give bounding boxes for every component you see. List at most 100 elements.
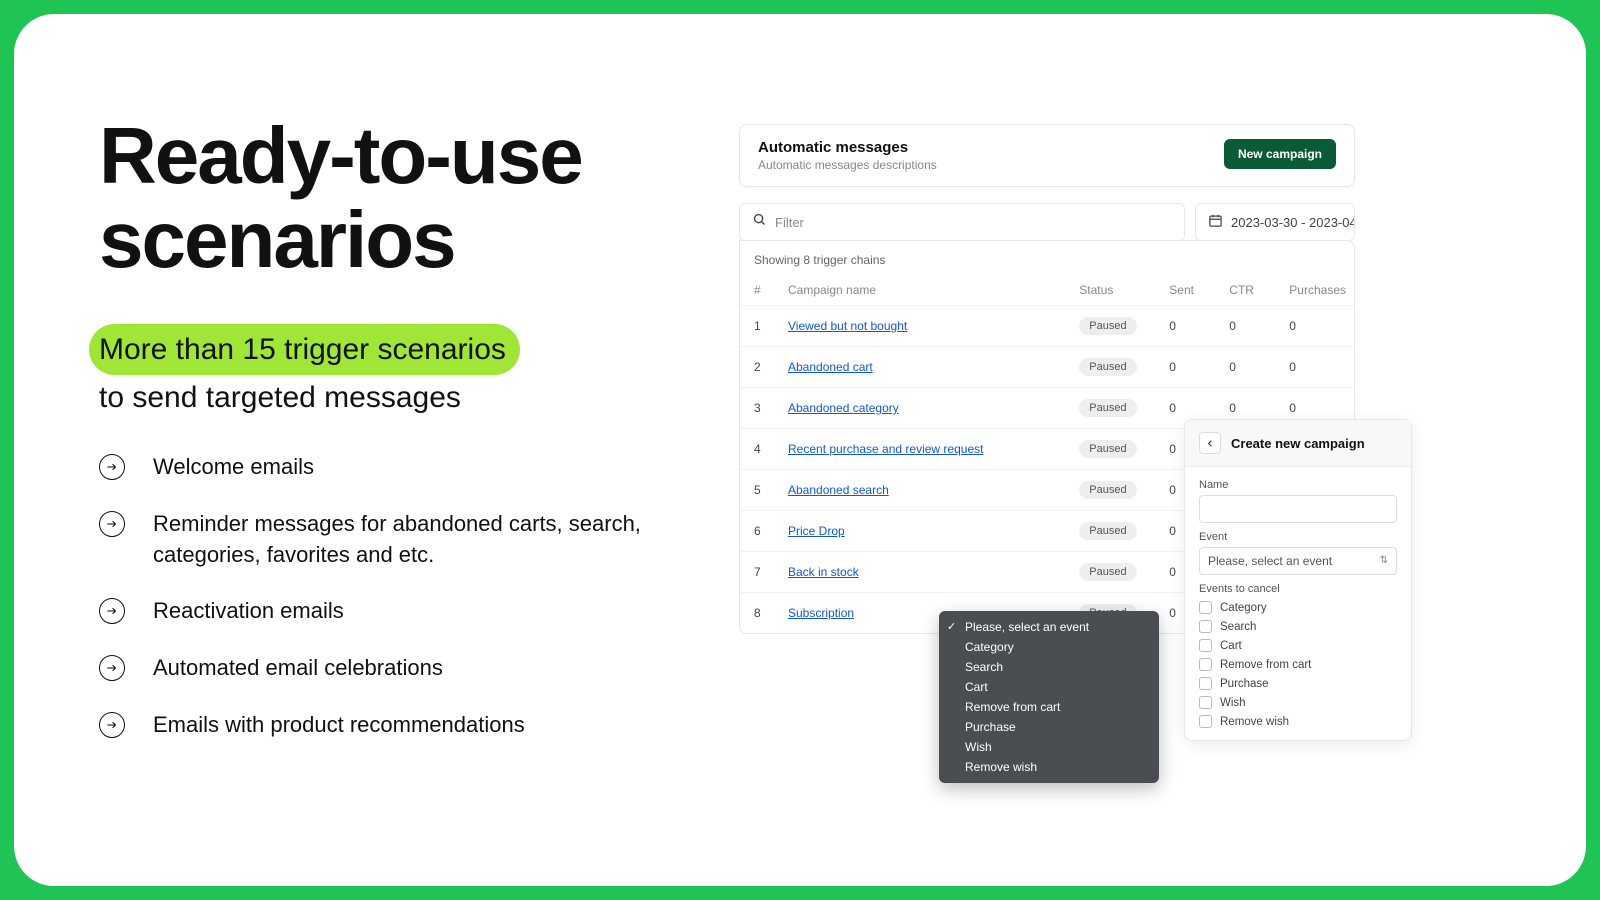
campaign-link[interactable]: Viewed but not bought — [788, 319, 907, 333]
cancel-option[interactable]: Category — [1199, 601, 1397, 614]
checkbox-icon[interactable] — [1199, 696, 1212, 709]
headline-line-2: scenarios — [99, 195, 455, 284]
table-row: 2Abandoned cartPaused000 — [740, 347, 1354, 388]
cancel-option-label: Remove wish — [1220, 716, 1289, 728]
checkbox-icon[interactable] — [1199, 620, 1212, 633]
dropdown-option[interactable]: Please, select an event — [939, 617, 1159, 637]
page-subheadline: More than 15 trigger scenarios to send t… — [99, 324, 659, 420]
col-header-purchases: Purchases — [1281, 275, 1354, 306]
purchases-value: 0 — [1281, 347, 1354, 388]
bullet-item: Automated email celebrations — [99, 653, 659, 684]
row-number: 4 — [740, 429, 780, 470]
cancel-option[interactable]: Wish — [1199, 696, 1397, 709]
cancel-option[interactable]: Search — [1199, 620, 1397, 633]
checkbox-icon[interactable] — [1199, 715, 1212, 728]
calendar-icon — [1208, 213, 1223, 231]
event-select[interactable]: Please, select an event ⇅ — [1199, 547, 1397, 575]
col-header-ctr: CTR — [1221, 275, 1281, 306]
col-header-sent: Sent — [1161, 275, 1221, 306]
cancel-option[interactable]: Remove wish — [1199, 715, 1397, 728]
cancel-option[interactable]: Remove from cart — [1199, 658, 1397, 671]
new-campaign-button[interactable]: New campaign — [1224, 139, 1336, 169]
cancel-option-label: Remove from cart — [1220, 659, 1311, 671]
ctr-value: 0 — [1221, 306, 1281, 347]
col-header-status: Status — [1071, 275, 1161, 306]
bullet-item: Reactivation emails — [99, 596, 659, 627]
campaign-name-input[interactable] — [1199, 495, 1397, 523]
checkbox-icon[interactable] — [1199, 639, 1212, 652]
row-number: 5 — [740, 470, 780, 511]
bullet-text: Emails with product recommendations — [153, 710, 525, 741]
arrow-right-icon — [99, 511, 125, 537]
cancel-option-label: Cart — [1220, 640, 1242, 652]
headline-line-1: Ready-to-use — [99, 111, 582, 200]
date-range-picker[interactable]: 2023-03-30 - 2023-04- — [1195, 203, 1355, 241]
event-label: Event — [1199, 531, 1397, 543]
dropdown-option[interactable]: Purchase — [939, 717, 1159, 737]
campaign-link[interactable]: Subscription — [788, 606, 854, 620]
purchases-value: 0 — [1281, 306, 1354, 347]
cancel-option-label: Search — [1220, 621, 1256, 633]
cancel-option[interactable]: Purchase — [1199, 677, 1397, 690]
row-number: 2 — [740, 347, 780, 388]
campaign-link[interactable]: Abandoned search — [788, 483, 889, 497]
campaign-link[interactable]: Abandoned category — [788, 401, 899, 415]
create-panel-title: Create new campaign — [1231, 436, 1365, 451]
campaign-link[interactable]: Recent purchase and review request — [788, 442, 983, 456]
search-icon — [752, 212, 775, 232]
bullet-item: Welcome emails — [99, 452, 659, 483]
dropdown-option[interactable]: Wish — [939, 737, 1159, 757]
status-badge: Paused — [1079, 317, 1136, 335]
status-badge: Paused — [1079, 481, 1136, 499]
back-button[interactable] — [1199, 432, 1221, 454]
showing-count: Showing 8 trigger chains — [740, 241, 1354, 275]
subhead-rest: to send targeted messages — [99, 381, 461, 414]
campaign-link[interactable]: Back in stock — [788, 565, 859, 579]
panel-subtitle: Automatic messages descriptions — [758, 158, 937, 172]
filter-input[interactable] — [775, 215, 1172, 230]
checkbox-icon[interactable] — [1199, 601, 1212, 614]
bullet-text: Welcome emails — [153, 452, 314, 483]
col-header-num: # — [740, 275, 780, 306]
table-row: 1Viewed but not boughtPaused000 — [740, 306, 1354, 347]
checkbox-icon[interactable] — [1199, 658, 1212, 671]
dropdown-option[interactable]: Search — [939, 657, 1159, 677]
row-number: 3 — [740, 388, 780, 429]
chevron-updown-icon: ⇅ — [1380, 556, 1388, 566]
sent-value: 0 — [1161, 347, 1221, 388]
ctr-value: 0 — [1221, 347, 1281, 388]
bullet-text: Automated email celebrations — [153, 653, 443, 684]
row-number: 1 — [740, 306, 780, 347]
status-badge: Paused — [1079, 440, 1136, 458]
bullet-text: Reminder messages for abandoned carts, s… — [153, 509, 659, 571]
events-to-cancel-label: Events to cancel — [1199, 583, 1397, 595]
arrow-right-icon — [99, 598, 125, 624]
campaign-link[interactable]: Abandoned cart — [788, 360, 873, 374]
status-badge: Paused — [1079, 399, 1136, 417]
filter-input-wrapper[interactable] — [739, 203, 1185, 241]
cancel-option-label: Wish — [1220, 697, 1246, 709]
dropdown-option[interactable]: Remove wish — [939, 757, 1159, 777]
checkbox-icon[interactable] — [1199, 677, 1212, 690]
status-badge: Paused — [1079, 563, 1136, 581]
subhead-highlight: More than 15 trigger scenarios — [89, 324, 520, 375]
event-select-value: Please, select an event — [1208, 554, 1332, 568]
panel-title: Automatic messages — [758, 139, 937, 156]
cancel-option-label: Category — [1220, 602, 1267, 614]
dropdown-option[interactable]: Remove from cart — [939, 697, 1159, 717]
cancel-option[interactable]: Cart — [1199, 639, 1397, 652]
row-number: 8 — [740, 593, 780, 634]
create-campaign-panel: Create new campaign Name Event Please, s… — [1184, 419, 1412, 741]
name-label: Name — [1199, 479, 1397, 491]
dropdown-option[interactable]: Cart — [939, 677, 1159, 697]
status-badge: Paused — [1079, 358, 1136, 376]
row-number: 7 — [740, 552, 780, 593]
status-badge: Paused — [1079, 522, 1136, 540]
event-dropdown[interactable]: Please, select an eventCategorySearchCar… — [939, 611, 1159, 783]
dropdown-option[interactable]: Category — [939, 637, 1159, 657]
col-header-name: Campaign name — [780, 275, 1071, 306]
bullet-text: Reactivation emails — [153, 596, 344, 627]
campaign-link[interactable]: Price Drop — [788, 524, 845, 538]
bullet-item: Emails with product recommendations — [99, 710, 659, 741]
arrow-right-icon — [99, 712, 125, 738]
